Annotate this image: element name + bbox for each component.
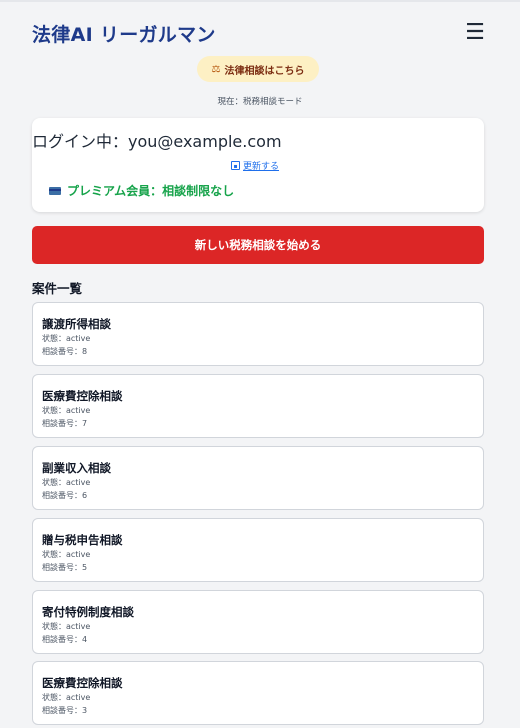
case-number: 相談番号：8 — [42, 347, 88, 356]
case-item[interactable]: 贈与税申告相談 状態：active 相談番号：5 — [32, 518, 484, 582]
case-status: 状態：active — [42, 550, 91, 559]
user-info-card: ログイン中：you@example.com ▪ 更新する プレミアム会員：相談制… — [32, 118, 484, 212]
case-status: 状態：active — [42, 622, 91, 631]
premium-status: プレミアム会員：相談制限なし — [49, 182, 234, 199]
app-title: 法律AI リーガルマン — [32, 24, 216, 46]
case-item[interactable]: 医療費控除相談 状態：active 相談番号：7 — [32, 374, 484, 438]
current-mode-text: 現在：税務相談モード — [217, 97, 303, 107]
update-link[interactable]: ▪ 更新する — [231, 159, 279, 172]
case-title: 贈与税申告相談 — [42, 533, 123, 547]
premium-status-label: プレミアム会員：相談制限なし — [67, 184, 235, 198]
case-title: 副業収入相談 — [42, 461, 111, 475]
case-title: 医療費控除相談 — [42, 676, 123, 690]
scale-icon: ⚖ — [211, 63, 221, 75]
case-item[interactable]: 譲渡所得相談 状態：active 相談番号：8 — [32, 302, 484, 366]
login-status-text: ログイン中：you@example.com — [32, 132, 282, 151]
case-item[interactable]: 副業収入相談 状態：active 相談番号：6 — [32, 446, 484, 510]
credit-card-icon — [49, 186, 61, 195]
case-status: 状態：active — [42, 693, 91, 702]
case-number: 相談番号：3 — [42, 706, 88, 715]
update-link-label: 更新する — [243, 162, 280, 172]
case-number: 相談番号：6 — [42, 491, 88, 500]
law-consultation-label: 法律相談はこちら — [224, 65, 305, 77]
law-consultation-button[interactable]: ⚖ 法律相談はこちら — [197, 56, 319, 82]
case-number: 相談番号：7 — [42, 419, 88, 428]
case-item[interactable]: 寄付特例制度相談 状態：active 相談番号：4 — [32, 590, 484, 654]
case-status: 状態：active — [42, 334, 91, 343]
app-header: 法律AI リーガルマン ☰ — [32, 20, 488, 46]
case-list-title: 案件一覧 — [32, 281, 83, 296]
case-title: 寄付特例制度相談 — [42, 605, 134, 619]
case-item[interactable]: 医療費控除相談 状態：active 相談番号：3 — [32, 661, 484, 725]
top-border — [0, 0, 520, 2]
hamburger-menu-icon[interactable]: ☰ — [462, 20, 488, 46]
new-consultation-button[interactable]: 新しい税務相談を始める — [32, 226, 484, 264]
case-status: 状態：active — [42, 478, 91, 487]
case-status: 状態：active — [42, 406, 91, 415]
case-title: 医療費控除相談 — [42, 389, 123, 403]
case-number: 相談番号：4 — [42, 635, 88, 644]
floppy-disk-icon: ▪ — [231, 161, 240, 170]
case-number: 相談番号：5 — [42, 563, 88, 572]
case-title: 譲渡所得相談 — [42, 317, 111, 331]
